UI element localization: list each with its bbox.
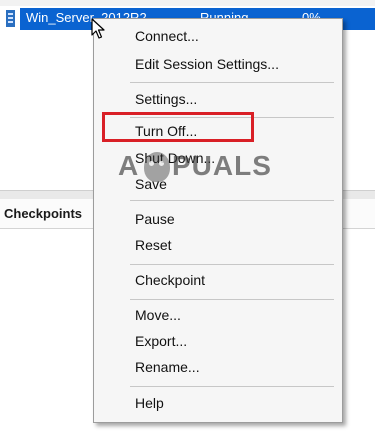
virtual-machine-icon [6,10,15,27]
menu-item-edit-session-settings[interactable]: Edit Session Settings... [95,53,341,75]
watermark-text: PUALS [172,150,272,181]
menu-item-connect[interactable]: Connect... [95,25,341,47]
menu-separator [130,82,334,83]
menu-item-rename[interactable]: Rename... [95,356,341,378]
menu-separator [130,200,334,201]
menu-item-label: Help [135,395,164,411]
menu-separator [130,299,334,300]
menu-item-label: Pause [135,211,175,227]
menu-item-label: Rename... [135,359,200,375]
appuals-watermark-logo: A PUALS [118,148,278,188]
vm-list-header-edge [0,0,375,6]
menu-item-move[interactable]: Move... [95,304,341,326]
menu-item-label: Settings... [135,91,198,107]
menu-separator [130,264,334,265]
menu-item-settings[interactable]: Settings... [95,88,341,110]
menu-item-checkpoint[interactable]: Checkpoint [95,269,341,291]
menu-item-export[interactable]: Export... [95,330,341,352]
turn-off-highlight-annotation [102,112,254,142]
menu-item-help[interactable]: Help [95,392,341,414]
watermark-letter-a: A [118,150,139,181]
menu-item-label: Edit Session Settings... [135,56,279,72]
checkpoints-title: Checkpoints [4,206,83,221]
menu-item-label: Reset [135,237,172,253]
menu-separator [130,386,334,387]
mouse-pointer-icon [91,18,105,39]
menu-item-reset[interactable]: Reset [95,234,341,256]
menu-item-label: Export... [135,333,188,349]
menu-item-label: Checkpoint [135,272,206,288]
menu-item-label: Move... [135,307,181,323]
menu-item-pause[interactable]: Pause [95,208,341,230]
menu-item-label: Connect... [135,28,199,44]
watermark-mascot-icon [144,152,170,182]
context-menu: Connect... Edit Session Settings... Sett… [93,18,343,423]
